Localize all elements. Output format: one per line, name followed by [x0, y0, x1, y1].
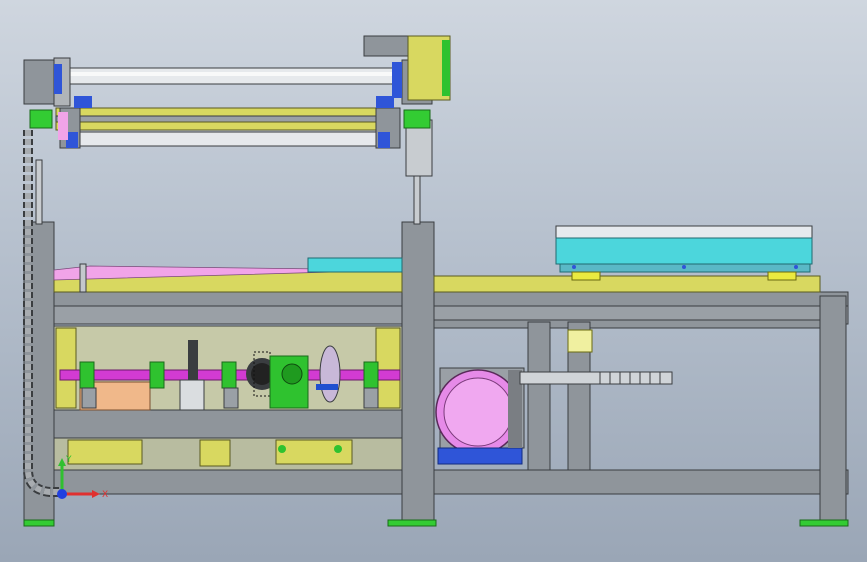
bearing-2	[149, 361, 165, 389]
gantry-assembly	[23, 35, 451, 149]
axis-x-label: X	[102, 490, 108, 500]
bearing-4	[363, 361, 379, 389]
cad-viewport[interactable]: X Y	[0, 0, 867, 562]
machine-assembly-drawing: X Y	[23, 35, 849, 527]
foot-middle	[387, 519, 437, 527]
foot-right	[799, 519, 849, 527]
bearing-3	[221, 361, 237, 389]
bearing-1	[79, 361, 95, 389]
foot-left	[23, 519, 55, 527]
axis-y-label: Y	[65, 455, 72, 465]
drive-motor	[435, 329, 673, 465]
material-hopper	[555, 225, 813, 281]
